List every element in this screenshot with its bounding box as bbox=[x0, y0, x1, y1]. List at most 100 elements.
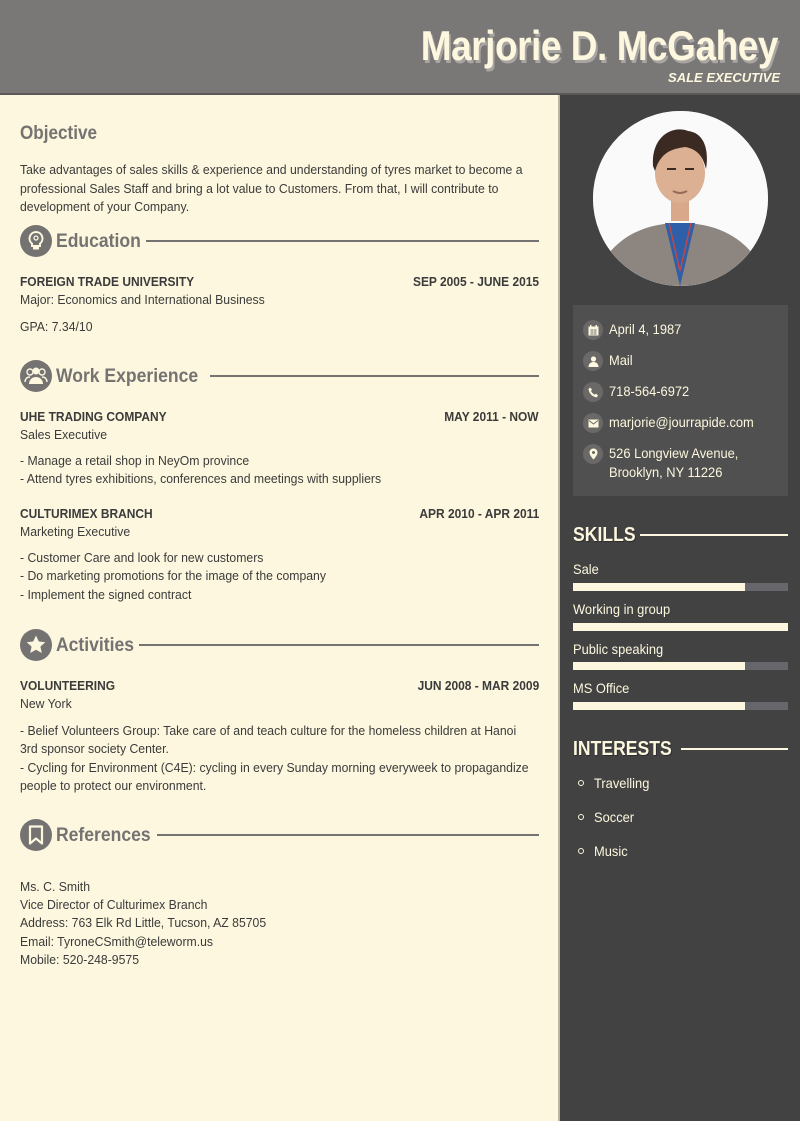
contact-birthday: April 4, 1987 bbox=[583, 320, 688, 340]
skill-label: Sale bbox=[573, 561, 599, 577]
entry-detail: - Customer Care and look for new custome… bbox=[20, 550, 264, 565]
entry-detail: - Attend tyres exhibitions, conferences … bbox=[20, 471, 382, 486]
reference-address: Address: 763 Elk Rd Little, Tucson, AZ 8… bbox=[20, 915, 267, 930]
reference-title: Vice Director of Culturimex Branch bbox=[20, 897, 208, 912]
work-entry: UHE TRADING COMPANY MAY 2011 - NOW Sales… bbox=[20, 409, 539, 494]
contact-email: marjorie@jourrapide.com bbox=[583, 413, 766, 433]
interest-item: Travelling bbox=[578, 775, 654, 791]
entry-organization: UHE TRADING COMPANY bbox=[20, 409, 167, 424]
interest-label: Travelling bbox=[594, 775, 650, 791]
objective-line: development of your Company. bbox=[20, 199, 190, 215]
contact-text[interactable]: 718-564-6972 bbox=[609, 382, 689, 401]
contact-text: 526 Longview Avenue, bbox=[609, 445, 739, 461]
reference-name: Ms. C. Smith bbox=[20, 879, 91, 894]
skill-bar-fill bbox=[573, 702, 745, 710]
group-icon bbox=[20, 360, 52, 392]
entry-detail: GPA: 7.34/10 bbox=[20, 319, 93, 334]
profile-photo bbox=[593, 111, 768, 286]
skill-label: Public speaking bbox=[573, 641, 664, 657]
map-pin-icon bbox=[583, 444, 603, 464]
interests-header: INTERESTS bbox=[573, 736, 788, 762]
skills-header: SKILLS bbox=[573, 522, 788, 548]
reference-entry: Ms. C. Smith Vice Director of Culturimex… bbox=[20, 878, 539, 973]
bullet-icon bbox=[578, 848, 584, 854]
star-icon bbox=[20, 629, 52, 661]
activities-header: Activities bbox=[20, 629, 539, 661]
header-banner: Marjorie D. McGahey SALE EXECUTIVE bbox=[0, 0, 800, 95]
divider bbox=[138, 644, 539, 646]
entry-subtitle: Sales Executive bbox=[20, 427, 108, 442]
interests-title: INTERESTS bbox=[573, 737, 672, 760]
divider bbox=[640, 534, 788, 536]
bullet-icon bbox=[578, 780, 584, 786]
skill-bar-fill bbox=[573, 623, 788, 631]
skill-bar bbox=[573, 702, 788, 710]
skill-label: Working in group bbox=[573, 601, 671, 617]
education-header: Education bbox=[20, 225, 539, 257]
entry-date: MAY 2011 - NOW bbox=[444, 409, 539, 424]
divider bbox=[681, 748, 788, 750]
candidate-role: SALE EXECUTIVE bbox=[668, 70, 780, 85]
entry-subtitle: Marketing Executive bbox=[20, 524, 131, 539]
entry-detail: - Manage a retail shop in NeyOm province bbox=[20, 453, 250, 468]
contact-gender: Mail bbox=[583, 351, 635, 371]
contact-phone: 718-564-6972 bbox=[583, 382, 696, 402]
activity-entry: VOLUNTEERING JUN 2008 - MAR 2009 New Yor… bbox=[20, 678, 539, 798]
entry-subtitle: New York bbox=[20, 696, 72, 711]
address-block: 526 Longview Avenue, Brooklyn, NY 11226 bbox=[603, 444, 750, 482]
references-header: References bbox=[20, 819, 539, 851]
entry-date: SEP 2005 - JUNE 2015 bbox=[412, 274, 539, 289]
entry-organization: FOREIGN TRADE UNIVERSITY bbox=[20, 274, 195, 289]
work-entry: CULTURIMEX BRANCH APR 2010 - APR 2011 Ma… bbox=[20, 506, 539, 606]
interest-label: Music bbox=[594, 843, 628, 859]
user-icon bbox=[583, 351, 603, 371]
entry-detail: - Cycling for Environment (C4E): cycling… bbox=[20, 760, 529, 775]
contact-address: 526 Longview Avenue, Brooklyn, NY 11226 bbox=[583, 444, 750, 482]
education-title: Education bbox=[56, 229, 141, 252]
contact-panel: April 4, 1987 Mail 718-564-6972 marjorie… bbox=[573, 305, 788, 496]
reference-mobile: Mobile: 520-248-9575 bbox=[20, 952, 140, 967]
entry-date: JUN 2008 - MAR 2009 bbox=[417, 678, 539, 693]
contact-text[interactable]: marjorie@jourrapide.com bbox=[609, 413, 754, 432]
contact-text: April 4, 1987 bbox=[609, 321, 682, 337]
objective-line: professional Sales Staff and bring a lot… bbox=[20, 180, 499, 196]
entry-detail: - Belief Volunteers Group: Take care of … bbox=[20, 723, 517, 738]
bookmark-icon bbox=[20, 819, 52, 851]
skill-bar bbox=[573, 583, 788, 591]
divider bbox=[146, 240, 539, 242]
reference-email: Email: TyroneCSmith@teleworm.us bbox=[20, 934, 214, 949]
entry-detail: - Implement the signed contract bbox=[20, 587, 192, 602]
work-header: Work Experience bbox=[20, 360, 539, 392]
interest-item: Soccer bbox=[578, 809, 638, 825]
activities-title: Activities bbox=[56, 633, 135, 656]
divider bbox=[209, 375, 539, 377]
objective-line: Take advantages of sales skills & experi… bbox=[20, 162, 523, 177]
objective-title: Objective bbox=[20, 123, 97, 144]
calendar-icon bbox=[583, 320, 603, 340]
entry-detail: 3rd sponsor society Center. bbox=[20, 741, 169, 756]
entry-detail: people to protect our environment. bbox=[20, 778, 207, 793]
skills-title: SKILLS bbox=[573, 523, 636, 546]
contact-text: Brooklyn, NY 11226 bbox=[609, 464, 723, 480]
skill-bar bbox=[573, 662, 788, 670]
bullet-icon bbox=[578, 814, 584, 820]
objective-text: Take advantages of sales skills & experi… bbox=[20, 161, 566, 217]
interest-label: Soccer bbox=[594, 809, 635, 825]
divider bbox=[157, 834, 539, 836]
entry-organization: CULTURIMEX BRANCH bbox=[20, 506, 153, 521]
skill-bar-fill bbox=[573, 583, 745, 591]
education-entry: FOREIGN TRADE UNIVERSITY SEP 2005 - JUNE… bbox=[20, 274, 539, 334]
work-title: Work Experience bbox=[56, 364, 199, 387]
skill-bar bbox=[573, 623, 788, 631]
skill-label: MS Office bbox=[573, 680, 630, 696]
phone-icon bbox=[583, 382, 603, 402]
entry-detail: - Do marketing promotions for the image … bbox=[20, 568, 326, 583]
interest-item: Music bbox=[578, 843, 631, 859]
contact-text: Mail bbox=[609, 352, 633, 368]
entry-organization: VOLUNTEERING bbox=[20, 678, 116, 693]
candidate-name: Marjorie D. McGahey bbox=[420, 22, 779, 69]
entry-date: APR 2010 - APR 2011 bbox=[419, 506, 539, 521]
lightbulb-icon bbox=[20, 225, 52, 257]
skill-bar-fill bbox=[573, 662, 745, 670]
entry-subtitle: Major: Economics and International Busin… bbox=[20, 292, 265, 307]
